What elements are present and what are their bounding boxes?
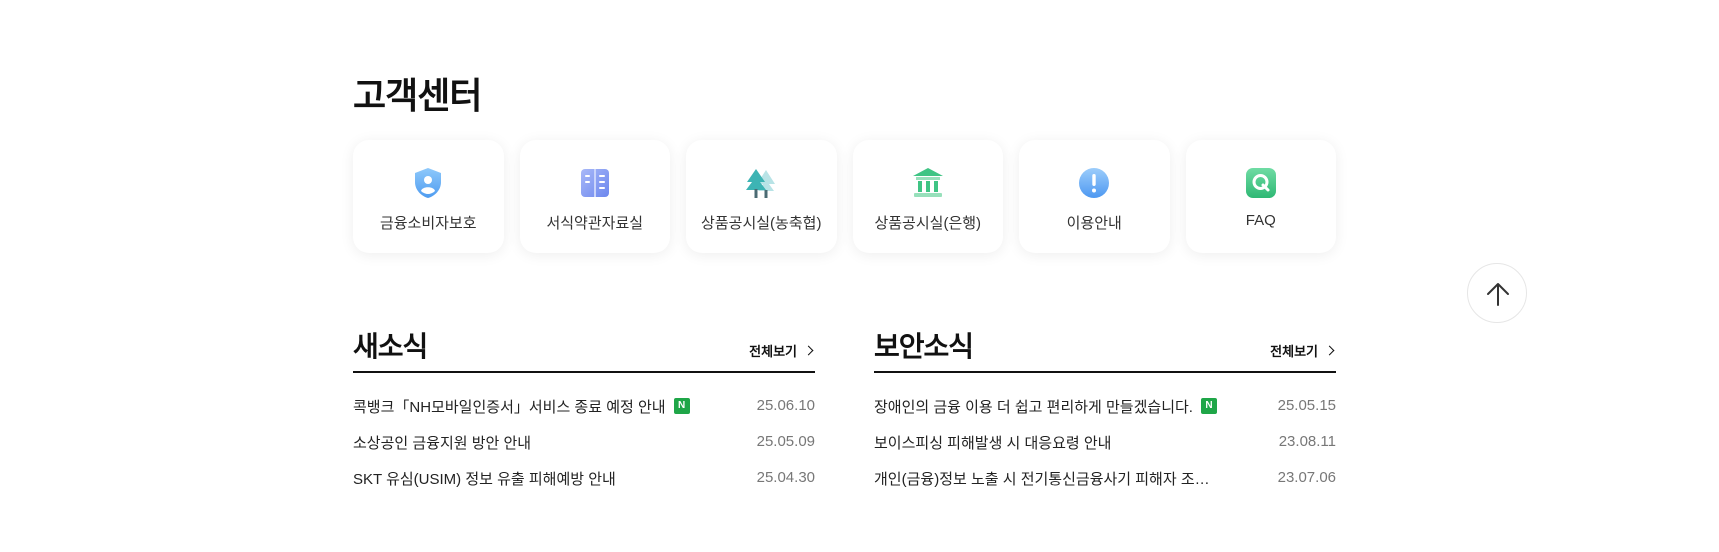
security-list-item[interactable]: 장애인의 금융 이용 더 쉽고 편리하게 만들겠습니다. N 25.05.15	[874, 388, 1336, 424]
card-faq[interactable]: FAQ	[1185, 140, 1336, 253]
news-list-item[interactable]: 콕뱅크「NH모바일인증서」서비스 종료 예정 안내 N 25.06.10	[353, 388, 815, 424]
card-label: 서식약관자료실	[546, 215, 644, 232]
news-board-header: 새소식 전체보기	[353, 328, 815, 373]
news-item-title: SKT 유심(USIM) 정보 유출 피해예방 안내	[353, 470, 616, 488]
scroll-to-top-button[interactable]	[1467, 263, 1527, 323]
security-item-title: 장애인의 금융 이용 더 쉽고 편리하게 만들겠습니다.	[874, 398, 1193, 416]
security-title: 보안소식	[874, 331, 974, 362]
security-view-all-link[interactable]: 전체보기	[1270, 341, 1336, 360]
news-item-date: 25.05.09	[756, 433, 815, 450]
security-list-item[interactable]: 보이스피싱 피해발생 시 대응요령 안내 23.08.11	[874, 424, 1336, 460]
news-item-title: 소상공인 금융지원 방안 안내	[353, 434, 532, 452]
security-item-date: 25.05.15	[1277, 397, 1336, 414]
arrow-up-icon	[1487, 283, 1509, 306]
customer-center-cards: 금융소비자보호 서식약관자료실 상품공시실(농축협) 상품공시실(은행) 이용안…	[353, 140, 1336, 253]
card-consumer-protection[interactable]: 금융소비자보호	[353, 140, 504, 253]
card-label: FAQ	[1245, 212, 1276, 229]
exclamation-icon	[1077, 166, 1111, 200]
news-board: 새소식 전체보기 콕뱅크「NH모바일인증서」서비스 종료 예정 안내 N 25.…	[353, 328, 815, 496]
document-binder-icon	[578, 166, 612, 200]
card-usage-guide[interactable]: 이용안내	[1019, 140, 1170, 253]
news-item-date: 25.06.10	[756, 397, 815, 414]
card-label: 상품공시실(은행)	[874, 215, 982, 232]
card-product-disclosure-bank[interactable]: 상품공시실(은행)	[852, 140, 1003, 253]
card-label: 금융소비자보호	[379, 215, 477, 232]
news-list-item[interactable]: SKT 유심(USIM) 정보 유출 피해예방 안내 25.04.30	[353, 460, 815, 496]
security-item-date: 23.08.11	[1278, 433, 1336, 450]
card-label: 이용안내	[1066, 215, 1122, 232]
bank-building-icon	[911, 166, 945, 200]
security-list-item[interactable]: 개인(금융)정보 노출 시 전기통신금융사기 피해자 조… 23.07.06	[874, 460, 1336, 496]
news-list-item[interactable]: 소상공인 금융지원 방안 안내 25.05.09	[353, 424, 815, 460]
view-all-label: 전체보기	[749, 344, 797, 359]
tree-icon	[744, 166, 778, 200]
chevron-right-icon	[1324, 345, 1335, 356]
security-board-header: 보안소식 전체보기	[874, 328, 1336, 373]
view-all-label: 전체보기	[1270, 344, 1318, 359]
security-item-title: 개인(금융)정보 노출 시 전기통신금융사기 피해자 조…	[874, 470, 1210, 488]
card-product-disclosure-coop[interactable]: 상품공시실(농축협)	[686, 140, 837, 253]
card-forms-terms[interactable]: 서식약관자료실	[519, 140, 670, 253]
news-title: 새소식	[353, 331, 428, 362]
security-item-date: 23.07.06	[1277, 469, 1336, 486]
news-view-all-link[interactable]: 전체보기	[749, 341, 815, 360]
new-badge: N	[1200, 398, 1217, 414]
chevron-right-icon	[803, 345, 814, 356]
faq-q-icon	[1244, 166, 1278, 200]
news-item-date: 25.04.30	[756, 469, 815, 486]
security-board: 보안소식 전체보기 장애인의 금융 이용 더 쉽고 편리하게 만들겠습니다. N…	[874, 328, 1336, 496]
customer-center-title: 고객센터	[353, 75, 482, 116]
security-list: 장애인의 금융 이용 더 쉽고 편리하게 만들겠습니다. N 25.05.15 …	[874, 388, 1336, 496]
news-list: 콕뱅크「NH모바일인증서」서비스 종료 예정 안내 N 25.06.10 소상공…	[353, 388, 815, 496]
security-item-title: 보이스피싱 피해발생 시 대응요령 안내	[874, 434, 1112, 452]
card-label: 상품공시실(농축협)	[701, 215, 822, 232]
news-item-title: 콕뱅크「NH모바일인증서」서비스 종료 예정 안내	[353, 398, 666, 416]
shield-user-icon	[411, 166, 445, 200]
new-badge: N	[673, 398, 690, 414]
